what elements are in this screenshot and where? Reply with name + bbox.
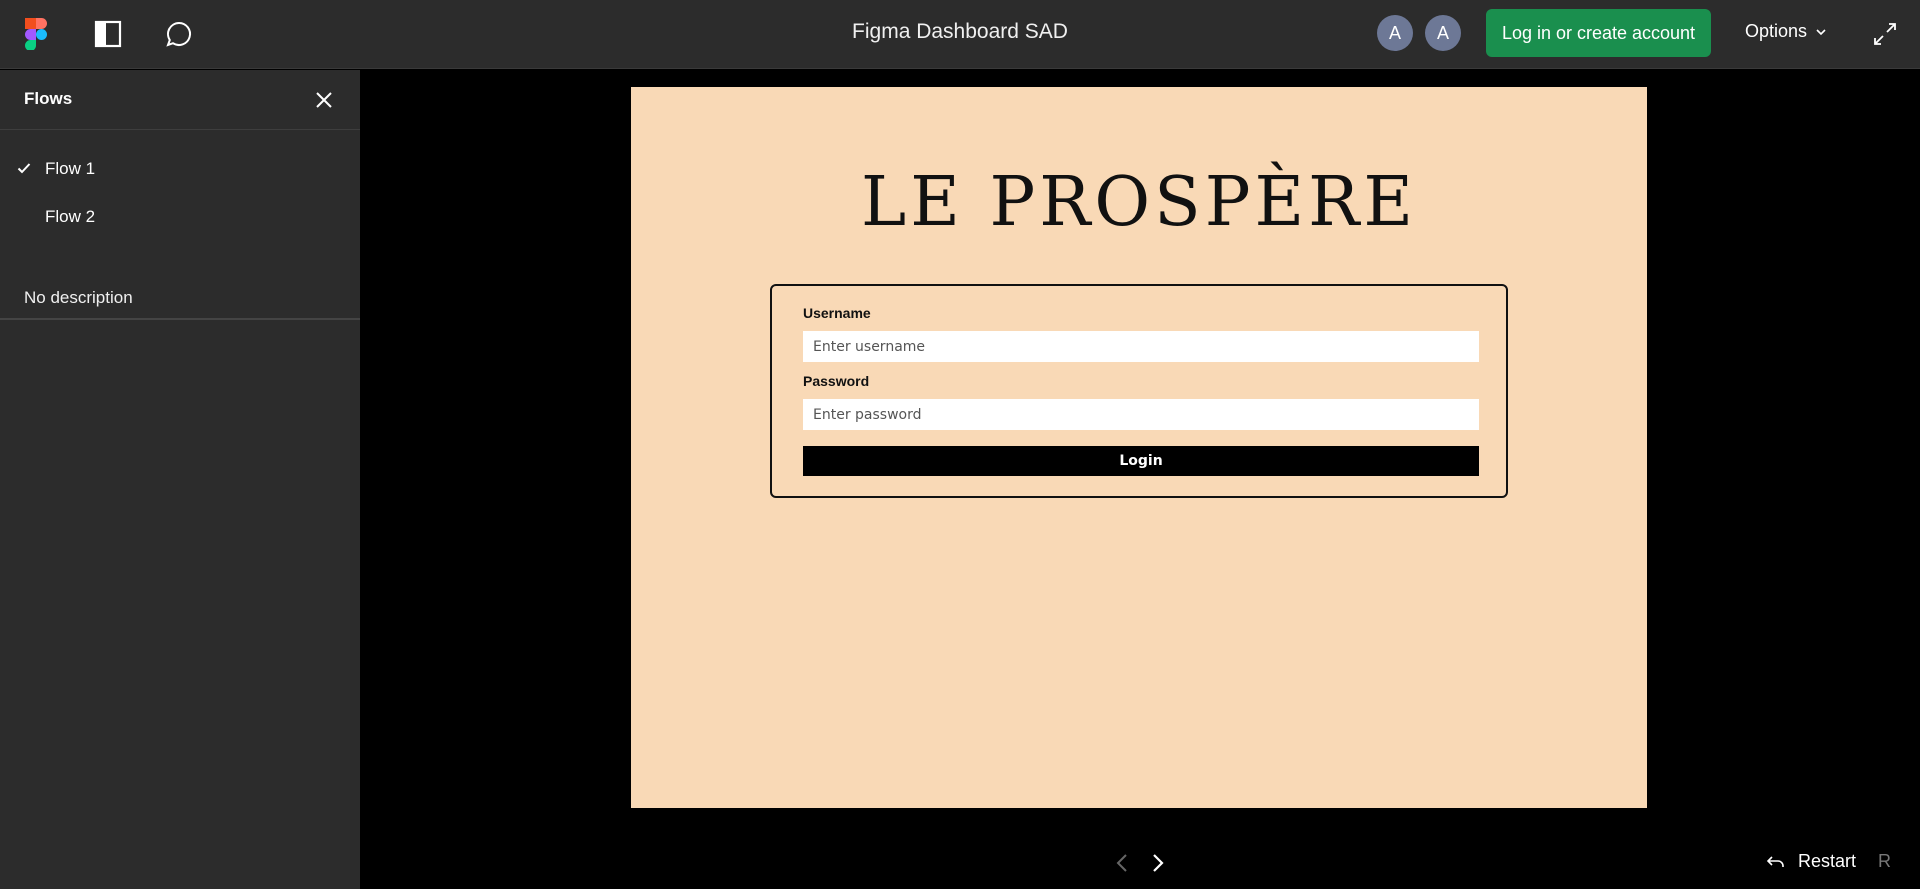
restart-label: Restart: [1798, 851, 1857, 871]
close-icon[interactable]: [310, 86, 338, 114]
restart-shortcut-key: R: [1878, 851, 1892, 871]
sidebar-title: Flows: [24, 89, 73, 108]
chevron-down-icon: [1816, 28, 1826, 35]
check-icon: [17, 163, 31, 174]
figma-logo-icon[interactable]: [19, 17, 53, 51]
next-frame-icon[interactable]: [1145, 850, 1169, 876]
username-input[interactable]: [803, 331, 1479, 362]
comment-icon[interactable]: [162, 17, 196, 51]
sidebar-toggle-icon[interactable]: [91, 17, 125, 51]
login-card: Username Password Login: [770, 284, 1508, 498]
username-label: Username: [803, 305, 871, 321]
flow-item-label: Flow 2: [45, 207, 96, 226]
avatar[interactable]: A: [1377, 15, 1413, 51]
flow-item-2[interactable]: Flow 2: [0, 193, 360, 241]
prototype-frame: LE PROSPÈRE Username Password Login: [631, 87, 1647, 808]
brand-title: LE PROSPÈRE: [861, 163, 1417, 242]
flow-item-label: Flow 1: [45, 159, 96, 178]
password-label: Password: [803, 373, 870, 389]
login-create-account-button[interactable]: Log in or create account: [1486, 9, 1711, 57]
avatar[interactable]: A: [1425, 15, 1461, 51]
fullscreen-icon[interactable]: [1870, 19, 1900, 49]
sidebar-header: Flows: [0, 70, 360, 130]
flow-description: No description: [24, 288, 133, 307]
password-input[interactable]: [803, 399, 1479, 430]
restart-icon: [1766, 855, 1784, 867]
previous-frame-icon[interactable]: [1111, 850, 1135, 876]
login-button[interactable]: Login: [803, 446, 1479, 476]
options-menu[interactable]: Options: [1745, 21, 1827, 42]
flows-sidebar: Flows Flow 1 Flow 2 No description: [0, 70, 360, 889]
top-bar: Figma Dashboard SAD A A Log in or create…: [0, 0, 1920, 69]
flow-item-1[interactable]: Flow 1: [0, 145, 360, 193]
restart-control[interactable]: Restart R: [1766, 851, 1891, 872]
options-label: Options: [1745, 21, 1808, 41]
